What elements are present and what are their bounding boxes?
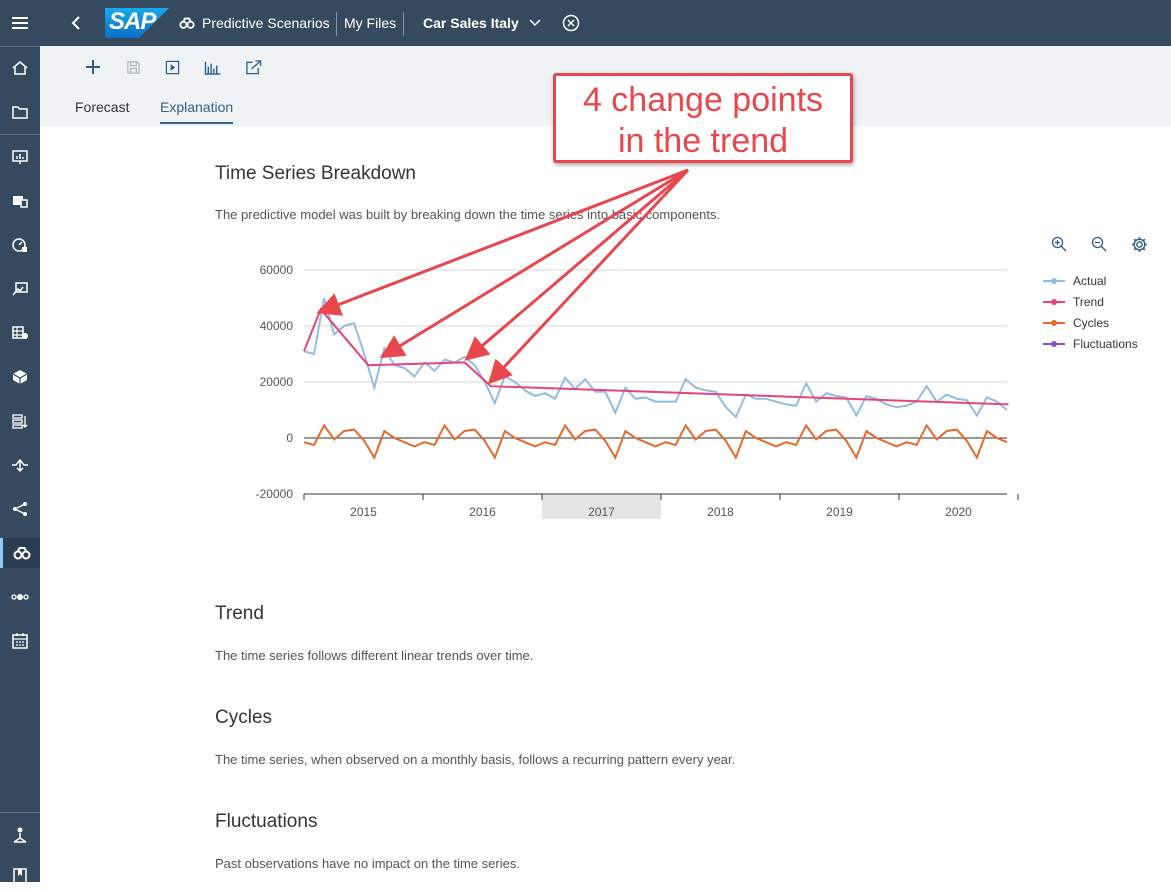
- chevron-down-icon: [529, 19, 541, 27]
- legend-trend[interactable]: Trend: [1043, 294, 1104, 310]
- chevron-left-icon: [71, 16, 80, 30]
- save-icon: [126, 60, 140, 74]
- back-button[interactable]: [70, 0, 82, 46]
- share-icon: [245, 60, 261, 75]
- share-button[interactable]: [242, 56, 264, 78]
- predictive-scenarios-link[interactable]: Predictive Scenarios: [178, 0, 330, 46]
- file-title-dropdown[interactable]: Car Sales Italy: [423, 0, 541, 46]
- modeler-icon[interactable]: [0, 318, 40, 348]
- add-button[interactable]: [82, 56, 104, 78]
- tab-explanation[interactable]: Explanation: [160, 99, 234, 124]
- data-actions-icon[interactable]: [0, 406, 40, 436]
- trend-description: The time series follows different linear…: [215, 648, 534, 663]
- explanation-panel: Time Series Breakdown The predictive mod…: [40, 126, 1171, 882]
- zoom-out-icon: [1091, 236, 1107, 252]
- add-icon: [86, 60, 100, 74]
- sap-logo[interactable]: SAP: [105, 0, 169, 46]
- home-icon[interactable]: [0, 53, 40, 83]
- legend-label: Cycles: [1073, 316, 1110, 330]
- legend-swatch-cycles: [1043, 320, 1065, 326]
- fluctuations-title: Fluctuations: [215, 811, 318, 832]
- zoom-out-button[interactable]: [1089, 234, 1109, 254]
- close-file-button[interactable]: [562, 0, 580, 46]
- breadcrumb-my-files[interactable]: My Files: [344, 0, 396, 46]
- chart-settings-button[interactable]: [1129, 234, 1149, 254]
- run-button[interactable]: [161, 56, 183, 78]
- legend-swatch-trend: [1043, 299, 1065, 305]
- flow-icon[interactable]: [0, 494, 40, 524]
- callout-line-2: in the trend: [617, 122, 789, 160]
- left-navigation: [0, 0, 40, 884]
- file-title: Car Sales Italy: [423, 15, 519, 31]
- calendar-icon[interactable]: [0, 626, 40, 656]
- sap-logo-text: SAP: [109, 8, 156, 35]
- zoom-in-button[interactable]: [1049, 234, 1069, 254]
- tab-forecast[interactable]: Forecast: [75, 99, 129, 115]
- legend-actual[interactable]: Actual: [1043, 273, 1106, 289]
- app-name: Predictive Scenarios: [202, 15, 330, 31]
- cycles-title: Cycles: [215, 707, 273, 728]
- trend-title: Trend: [215, 603, 264, 624]
- legend-label: Trend: [1073, 295, 1104, 309]
- menu-icon[interactable]: [0, 8, 40, 38]
- files-icon[interactable]: [0, 97, 40, 127]
- gear-icon: [1131, 236, 1147, 252]
- breakdown-title: Time Series Breakdown: [215, 163, 416, 184]
- process-icon[interactable]: [0, 582, 40, 612]
- train-icon: [204, 61, 221, 75]
- deployment-icon[interactable]: [0, 820, 40, 850]
- annotation-callout: 4 change points in the trend: [553, 73, 853, 163]
- analytic-app-icon[interactable]: [0, 186, 40, 216]
- legend-cycles[interactable]: Cycles: [1043, 315, 1109, 331]
- connections-icon[interactable]: [0, 450, 40, 480]
- digital-boardroom-icon[interactable]: [0, 230, 40, 260]
- legend-swatch-fluctuations: [1043, 341, 1065, 347]
- run-icon: [165, 60, 179, 74]
- stories-icon[interactable]: [0, 142, 40, 172]
- breakdown-description: The predictive model was built by breaki…: [215, 207, 721, 222]
- cycles-description: The time series, when observed on a mont…: [215, 752, 736, 767]
- predictive-icon[interactable]: [0, 538, 40, 568]
- data-icon[interactable]: [0, 362, 40, 392]
- legend-swatch-actual: [1043, 278, 1065, 284]
- close-circle-icon: [562, 14, 580, 32]
- applications-icon[interactable]: [0, 274, 40, 304]
- learning-icon[interactable]: [0, 860, 40, 890]
- fluctuations-description: Past observations have no impact on the …: [215, 856, 520, 871]
- train-button[interactable]: [202, 56, 224, 78]
- callout-line-1: 4 change points: [582, 81, 824, 119]
- binoculars-icon: [179, 17, 195, 29]
- legend-fluctuations[interactable]: Fluctuations: [1043, 336, 1138, 352]
- zoom-in-icon: [1051, 236, 1067, 252]
- legend-label: Fluctuations: [1073, 337, 1138, 351]
- legend-label: Actual: [1073, 274, 1107, 288]
- save-button[interactable]: [122, 56, 144, 78]
- shell-header: SAP Predictive Scenarios My Files Car Sa…: [40, 0, 1171, 46]
